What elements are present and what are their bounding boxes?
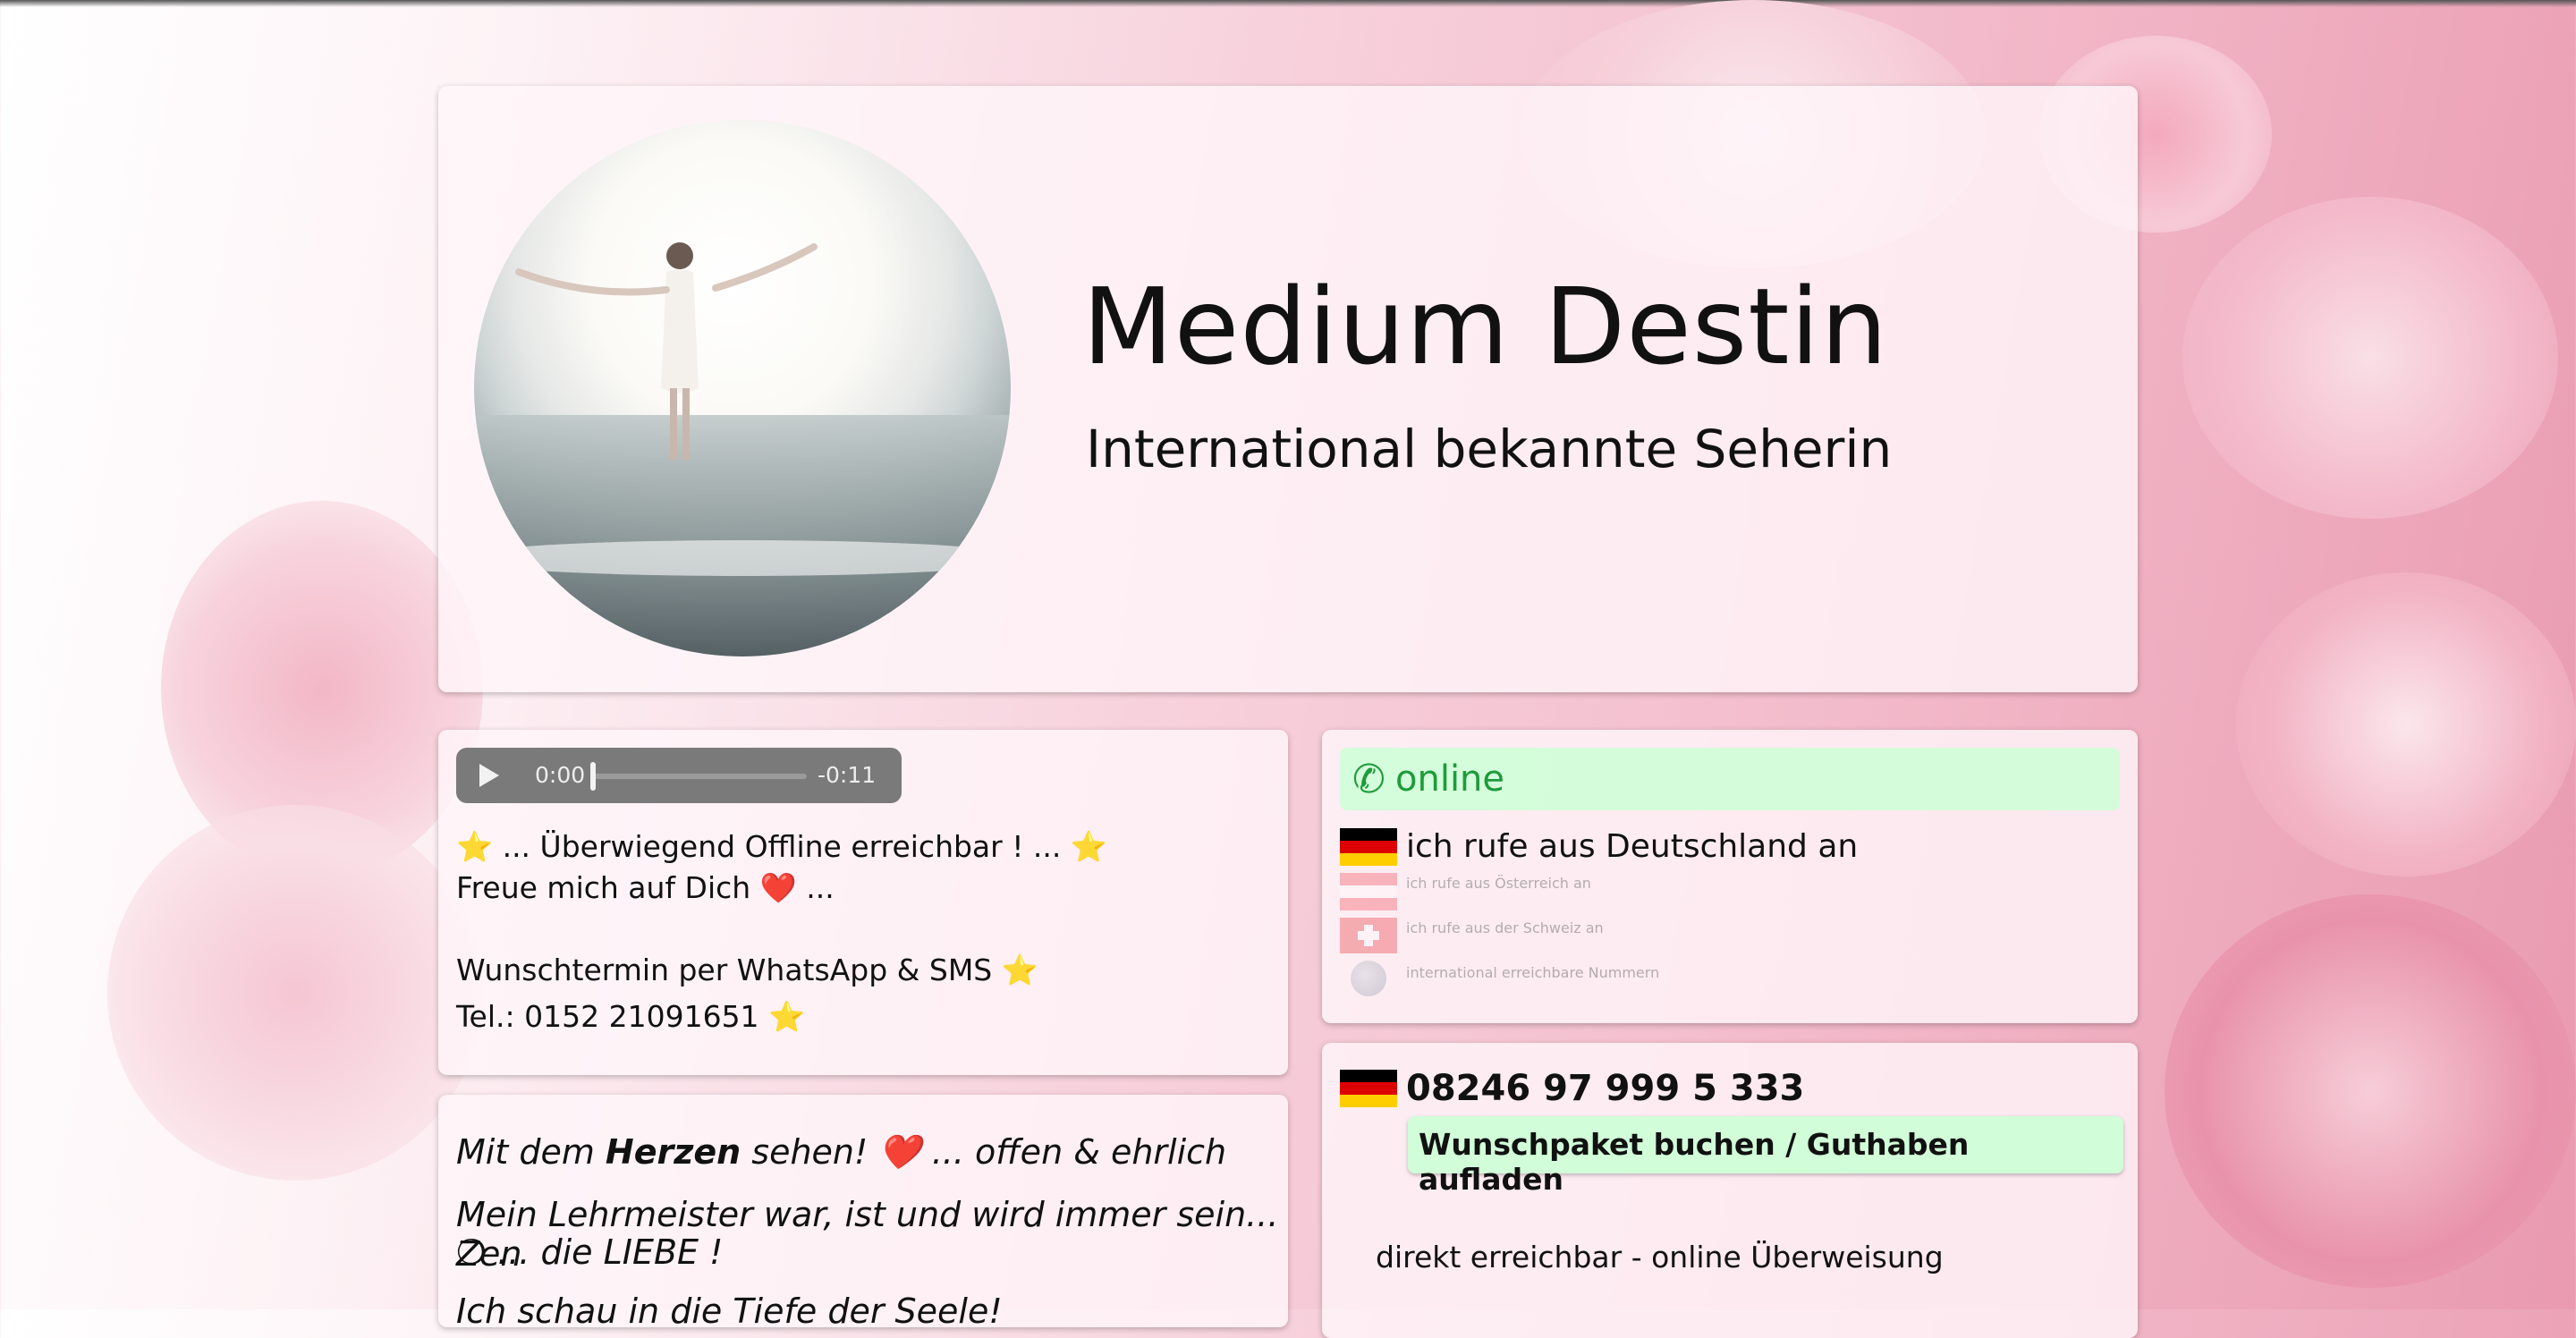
audio-player[interactable]: 0:00 -0:11 xyxy=(456,748,902,803)
about-heading: Mit dem Herzen sehen! ❤️ ... offen & ehr… xyxy=(456,1132,1226,1173)
status-card: ✆ online ich rufe aus Deutschland an ich… xyxy=(1322,730,2138,1023)
page-subtitle: International bekannte Seherin xyxy=(1086,419,1893,479)
hotline-number[interactable]: 08246 97 999 5 333 xyxy=(1406,1068,1804,1109)
photo-sea xyxy=(474,415,1011,656)
phone-card: 08246 97 999 5 333 Wunschpaket buchen / … xyxy=(1322,1043,2138,1338)
phone-icon: ✆ xyxy=(1352,757,1385,802)
online-status-label: online xyxy=(1395,758,1505,800)
book-package-button[interactable]: Wunschpaket buchen / Guthaben aufladen xyxy=(1408,1116,2123,1197)
germany-flag-icon xyxy=(1340,1070,1397,1107)
country-option-germany[interactable]: ich rufe aus Deutschland an xyxy=(1406,828,1858,865)
germany-flag-icon[interactable] xyxy=(1340,828,1397,866)
online-status: ✆ online xyxy=(1340,748,2120,810)
background-blossom xyxy=(161,501,483,876)
audio-current-time: 0:00 xyxy=(535,762,586,788)
photo-foam xyxy=(474,540,1011,576)
background-blossom xyxy=(2182,197,2558,519)
availability-text: ⭐ ... Überwiegend Offline erreichbar ! .… xyxy=(456,829,1107,864)
audio-progress-track[interactable] xyxy=(592,774,807,779)
background-blossom xyxy=(2165,894,2576,1288)
about-heading-bold: Herzen xyxy=(605,1132,741,1172)
top-shadow xyxy=(0,0,2576,7)
hero-card: Medium Destin International bekannte Seh… xyxy=(438,86,2138,692)
about-line-soul: Ich schau in die Tiefe der Seele! xyxy=(456,1291,1003,1327)
about-heading-pre: Mit dem xyxy=(456,1132,606,1172)
switzerland-flag-icon[interactable] xyxy=(1340,918,1397,953)
globe-icon[interactable] xyxy=(1351,961,1386,996)
background-blossom xyxy=(107,805,483,1181)
book-package-label: Wunschpaket buchen / Guthaben aufladen xyxy=(1419,1127,1970,1197)
about-card: Mit dem Herzen sehen! ❤️ ... offen & ehr… xyxy=(438,1095,1288,1327)
photo-arms xyxy=(515,243,818,296)
info-card: 0:00 -0:11 ⭐ ... Überwiegend Offline err… xyxy=(438,730,1288,1075)
phone-text: Tel.: 0152 21091651 ⭐ xyxy=(456,999,806,1034)
profile-photo xyxy=(474,120,1011,656)
greeting-text: Freue mich auf Dich ❤️ ... xyxy=(456,870,835,905)
country-option-international[interactable]: international erreichbare Nummern xyxy=(1406,964,1659,981)
appointment-text: Wunschtermin per WhatsApp & SMS ⭐ xyxy=(456,953,1038,987)
about-heading-post: sehen! ❤️ ... offen & ehrlich xyxy=(741,1132,1227,1172)
background-blossom xyxy=(2236,572,2576,876)
audio-progress-handle[interactable] xyxy=(590,762,596,791)
about-line-love: ❍ ... die LIEBE ! xyxy=(456,1232,724,1272)
page-title: Medium Destin xyxy=(1082,265,1889,388)
play-icon[interactable] xyxy=(479,764,499,787)
country-option-switzerland[interactable]: ich rufe aus der Schweiz an xyxy=(1406,919,1604,936)
audio-remaining-time: -0:11 xyxy=(818,762,877,788)
direct-payment-text: direkt erreichbar - online Überweisung xyxy=(1376,1240,1944,1274)
country-option-austria[interactable]: ich rufe aus Österreich an xyxy=(1406,875,1591,892)
austria-flag-icon[interactable] xyxy=(1340,873,1397,910)
